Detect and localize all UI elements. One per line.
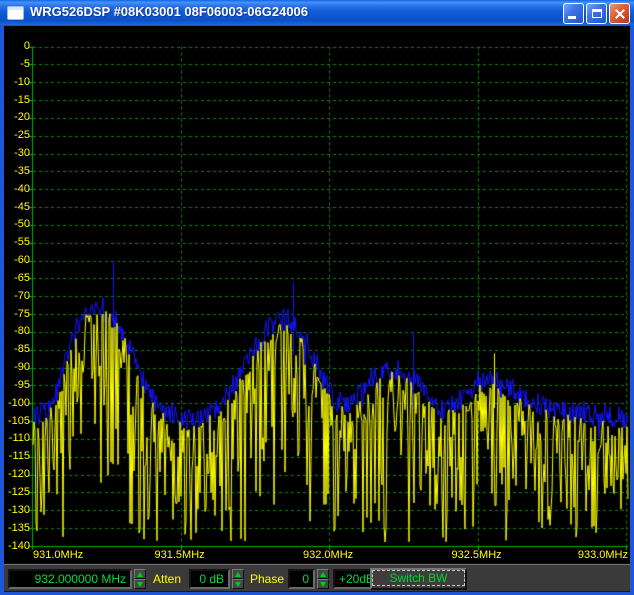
- x-axis-label: 931.5MHz: [154, 549, 205, 561]
- y-axis-label: -15: [14, 93, 30, 106]
- phase-spinner-up-button[interactable]: [317, 569, 329, 579]
- x-axis-label: 933.0MHz: [577, 549, 628, 561]
- x-axis-label: 931.0MHz: [33, 549, 84, 561]
- y-axis-label: -80: [14, 325, 30, 338]
- phase-field[interactable]: 0: [288, 569, 315, 589]
- arrow-up-icon: [320, 572, 326, 577]
- plot-canvas: [4, 26, 630, 563]
- y-axis-label: -135: [7, 521, 30, 534]
- atten-spinner-down-button[interactable]: [232, 579, 244, 589]
- y-axis-label: -55: [14, 236, 30, 249]
- y-axis-label: -125: [7, 485, 30, 498]
- y-axis-label: -105: [7, 414, 30, 427]
- app-icon[interactable]: [7, 6, 24, 20]
- x-axis-label: 932.0MHz: [303, 549, 354, 561]
- caption-buttons: [563, 3, 630, 24]
- y-axis-label: -120: [7, 468, 30, 481]
- arrow-down-icon: [320, 582, 326, 587]
- switch-bw-button[interactable]: Switch BW: [370, 568, 467, 590]
- y-axis-label: 0: [23, 40, 30, 52]
- y-axis-label: -30: [14, 147, 30, 160]
- y-axis-label: -115: [8, 450, 30, 463]
- y-axis-label: -90: [14, 361, 30, 374]
- frequency-spinner: [134, 569, 146, 589]
- maximize-icon: [592, 9, 602, 18]
- y-axis-label: -20: [14, 111, 30, 124]
- atten-field[interactable]: 0 dB: [189, 569, 230, 589]
- title-bar[interactable]: WRG526DSP #08K03001 08F06003-06G24006: [0, 0, 634, 26]
- y-axis-label: -50: [14, 218, 30, 231]
- y-axis-label: -35: [14, 164, 30, 177]
- y-axis-label: -85: [14, 343, 30, 356]
- x-axis-label: 932.5MHz: [451, 549, 502, 561]
- y-axis-label: -45: [14, 200, 30, 213]
- close-button[interactable]: [609, 3, 630, 24]
- frequency-spinner-up-button[interactable]: [134, 569, 146, 579]
- phase-spinner-down-button[interactable]: [317, 579, 329, 589]
- y-axis-label: -110: [8, 432, 30, 445]
- phase-label: Phase: [250, 572, 285, 586]
- client-area: 0 -5 -10 -15 -20 -25 -30 -35 -40 -45 -50 -55 -60 -65 -…: [4, 26, 630, 592]
- minimize-button[interactable]: [563, 3, 584, 24]
- y-axis-label: -65: [14, 271, 30, 284]
- y-axis-label: -130: [7, 503, 30, 516]
- control-bar: 932.000000 MHz Atten 0 dB Phase 0 +20dB …: [4, 563, 630, 592]
- frequency-display[interactable]: 932.000000 MHz: [8, 569, 132, 589]
- y-axis-label: -40: [14, 182, 30, 195]
- maximize-button[interactable]: [586, 3, 607, 24]
- arrow-down-icon: [137, 582, 143, 587]
- phase-spinner: [317, 569, 329, 589]
- y-axis-label: -5: [20, 57, 30, 70]
- atten-spinner-up-button[interactable]: [232, 569, 244, 579]
- y-axis-label: -60: [14, 254, 30, 267]
- y-axis-label: -70: [14, 289, 30, 302]
- arrow-down-icon: [235, 582, 241, 587]
- minimize-icon: [568, 16, 576, 19]
- window-title: WRG526DSP #08K03001 08F06003-06G24006: [30, 4, 309, 19]
- arrow-up-icon: [137, 572, 143, 577]
- arrow-up-icon: [235, 572, 241, 577]
- y-axis-label: -95: [14, 378, 30, 391]
- y-axis-label: -25: [14, 129, 30, 142]
- switch-bw-label: Switch BW: [372, 570, 465, 586]
- atten-label: Atten: [153, 572, 182, 586]
- frequency-spinner-down-button[interactable]: [134, 579, 146, 589]
- y-axis-label: -100: [7, 396, 30, 409]
- y-axis-label: -10: [14, 75, 30, 88]
- atten-spinner: [232, 569, 244, 589]
- app-window: WRG526DSP #08K03001 08F06003-06G24006 0 -…: [0, 0, 634, 595]
- y-axis-label: -140: [7, 539, 30, 552]
- y-axis-label: -75: [14, 307, 30, 320]
